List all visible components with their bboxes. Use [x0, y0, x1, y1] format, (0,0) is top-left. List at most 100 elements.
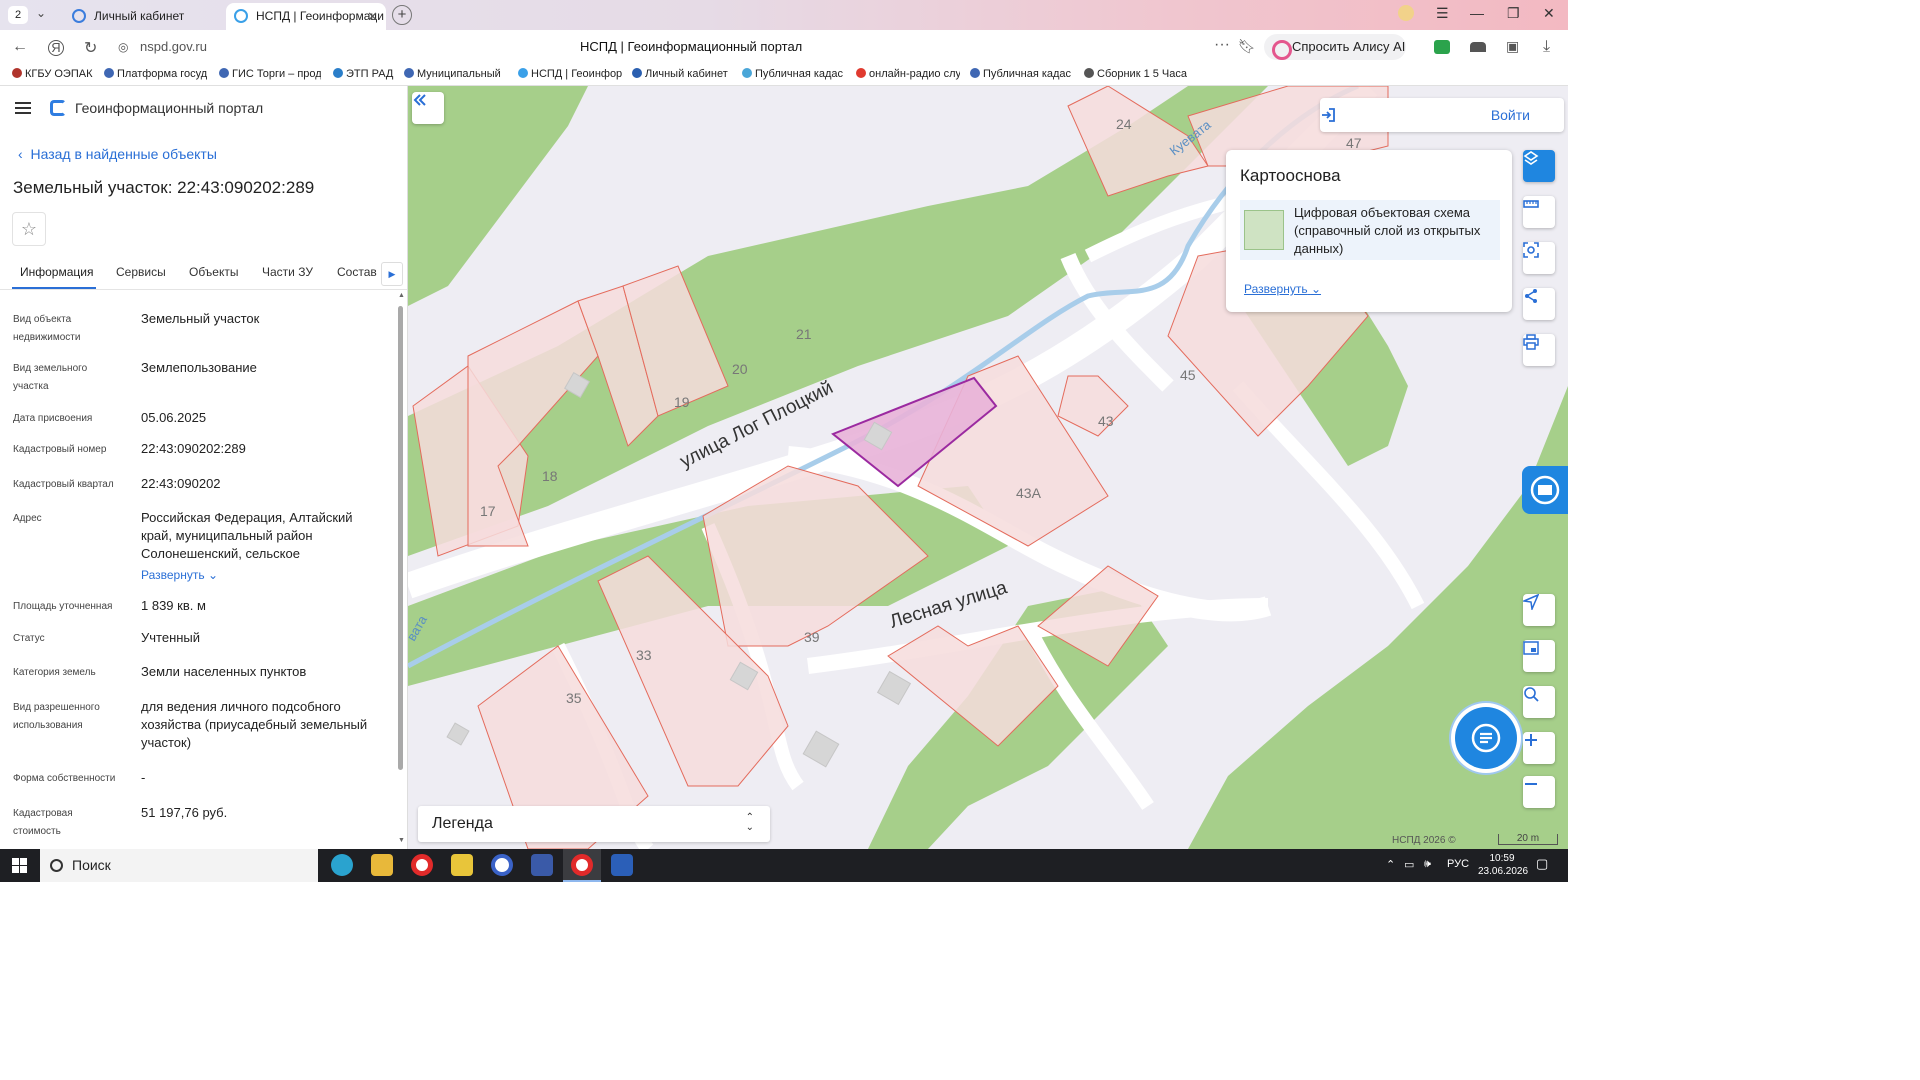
bookmark-item[interactable]: Платформа госуд	[104, 68, 208, 80]
collections-icon[interactable]	[1470, 42, 1486, 52]
yandex-logo-icon[interactable]: Я	[48, 40, 64, 56]
layers-button[interactable]	[1523, 150, 1555, 182]
menu-icon[interactable]: ☰	[1436, 5, 1449, 22]
navigation-arrow-icon	[1523, 594, 1539, 610]
tab-nspd[interactable]: НСПД | Геоинформаци ✕	[226, 3, 386, 30]
panel-scrollbar[interactable]	[398, 306, 403, 770]
site-info-icon[interactable]: ◎	[118, 40, 128, 54]
basemap-layer-card[interactable]: Цифровая объектовая схема (справочный сл…	[1240, 200, 1500, 260]
back-to-results-link[interactable]: ‹ Назад в найденные объекты	[18, 146, 217, 162]
minimap-icon	[1523, 641, 1539, 655]
double-chevron-left-icon	[413, 94, 426, 106]
protect-icon[interactable]	[1434, 40, 1450, 54]
bookmark-item[interactable]: Публичная кадас	[742, 68, 845, 80]
basemap-expand-link[interactable]: Развернуть ⌄	[1244, 282, 1321, 296]
bookmark-item[interactable]: Публичная кадас	[970, 68, 1072, 80]
nspd-favicon-icon	[234, 9, 248, 23]
clock[interactable]: 10:59 23.06.2026	[1478, 852, 1528, 878]
login-label: Войти	[1490, 107, 1530, 123]
yandex-browser-icon[interactable]	[411, 854, 433, 876]
ask-alice-button[interactable]: Спросить Алису AI	[1264, 34, 1406, 60]
volume-icon[interactable]: 🕪	[1424, 858, 1431, 871]
windows-start-icon[interactable]	[12, 858, 27, 873]
bookmark-item[interactable]: Муниципальный	[404, 68, 508, 80]
field-value: Землепользование	[141, 360, 257, 375]
close-tab-icon[interactable]: ✕	[367, 3, 378, 30]
field-label: Площадь уточненная	[13, 601, 113, 612]
geolocation-button[interactable]	[1523, 594, 1555, 626]
portal-name[interactable]: Геоинформационный портал	[75, 100, 263, 116]
zoom-out-button[interactable]	[1523, 776, 1555, 808]
scroll-down-icon[interactable]: ▼	[398, 837, 405, 844]
more-icon[interactable]: ···	[1214, 36, 1230, 54]
address-expand-link[interactable]: Развернуть ⌄	[141, 568, 218, 582]
bookmark-item[interactable]: КГБУ ОЭПАК	[12, 68, 98, 80]
downloads-icon[interactable]: ⤓	[1543, 38, 1550, 56]
chat-button[interactable]	[1455, 707, 1517, 769]
tab-objects[interactable]: Объекты	[189, 265, 239, 279]
bookmark-item[interactable]: ЭТП РАД	[333, 68, 395, 80]
favorite-star-icon[interactable]: ☆	[12, 212, 46, 246]
collapse-panel-button[interactable]	[412, 92, 444, 124]
bookmark-item[interactable]: Личный кабинет	[632, 68, 734, 80]
tab-composition[interactable]: Состав	[337, 265, 377, 279]
network-icon[interactable]: ▭	[1404, 858, 1414, 871]
tab-counter[interactable]: 2	[8, 6, 28, 24]
word-icon[interactable]	[611, 854, 633, 876]
minimap-button[interactable]	[1523, 640, 1555, 672]
tray-expand-icon[interactable]: ⌃	[1386, 858, 1395, 871]
measure-button[interactable]	[1523, 196, 1555, 228]
print-button[interactable]	[1523, 334, 1555, 366]
legend-panel[interactable]: Легенда ⌃ ⌄	[418, 806, 770, 842]
login-button[interactable]: Войти	[1320, 98, 1564, 132]
bookmark-item[interactable]: ГИС Торги – прод	[219, 68, 321, 80]
bookmark-icon[interactable]: 🔖︎	[1238, 38, 1256, 55]
field-label: Форма собственности	[13, 773, 116, 784]
zoom-in-button[interactable]	[1523, 732, 1555, 764]
yandex-browser-active-icon[interactable]	[571, 854, 593, 876]
scroll-up-icon[interactable]: ▲	[398, 292, 405, 299]
back-arrow-icon[interactable]: ←	[12, 38, 28, 56]
sidebar-icon[interactable]: ▣	[1506, 38, 1519, 55]
notifications-icon[interactable]: ▢	[1536, 856, 1548, 872]
search-location-button[interactable]	[1523, 686, 1555, 718]
bookmark-item[interactable]: Сборник 1 5 Часа	[1084, 68, 1188, 80]
url-field[interactable]: nspd.gov.ru	[140, 39, 207, 54]
select-area-button[interactable]	[1523, 242, 1555, 274]
tab-parts[interactable]: Части ЗУ	[262, 265, 313, 279]
app-icon[interactable]	[451, 854, 473, 876]
bookmark-item[interactable]: онлайн-радио слу	[856, 68, 960, 80]
tab-services[interactable]: Сервисы	[116, 265, 166, 279]
new-tab-button[interactable]: +	[392, 5, 412, 25]
field-value: Российская Федерация, Алтайский край, му…	[141, 510, 353, 561]
file-explorer-icon[interactable]	[371, 854, 393, 876]
tab-information[interactable]: Информация	[20, 265, 93, 279]
bookmark-favicon-icon	[856, 68, 866, 78]
language-indicator[interactable]: РУС	[1447, 858, 1469, 870]
printer-icon	[1523, 334, 1539, 350]
field-label: Адрес	[13, 513, 42, 524]
edge-browser-icon[interactable]	[331, 854, 353, 876]
windows-taskbar: Поиск ⌃ ▭ 🕪 РУС 10:59 23.06.2026 ▢	[0, 849, 1568, 882]
reload-icon[interactable]: ↻	[84, 38, 97, 58]
tab-personal-cabinet[interactable]: Личный кабинет	[64, 3, 222, 30]
taskbar-search-input[interactable]: Поиск	[40, 849, 318, 882]
bookmark-item[interactable]: НСПД | Геоинфор	[518, 68, 622, 80]
share-button[interactable]	[1523, 288, 1555, 320]
restore-icon[interactable]: ❐	[1507, 5, 1520, 22]
close-window-icon[interactable]: ✕	[1543, 5, 1555, 22]
minimize-icon[interactable]: —	[1470, 5, 1484, 21]
hamburger-menu-icon[interactable]	[15, 102, 31, 114]
bookmark-label: Публичная кадас	[983, 68, 1072, 80]
bookmark-label: Публичная кадас	[755, 68, 844, 80]
map-canvas[interactable]: улица Лог Плоцкий Лесная улица Куевата в…	[408, 86, 1568, 849]
basemap-thumbnail-icon	[1244, 210, 1284, 250]
bookmark-label: ГИС Торги – прод	[232, 68, 321, 80]
app-c-icon[interactable]	[491, 854, 513, 876]
side-assistant-tab[interactable]	[1522, 466, 1568, 514]
tabs-dropdown-icon[interactable]: ⌄	[36, 6, 46, 20]
clock-time: 10:59	[1489, 853, 1515, 864]
tabs-scroll-right-icon[interactable]: ▶	[381, 262, 403, 286]
extension-icon[interactable]	[1398, 5, 1414, 21]
save-disk-icon[interactable]	[531, 854, 553, 876]
